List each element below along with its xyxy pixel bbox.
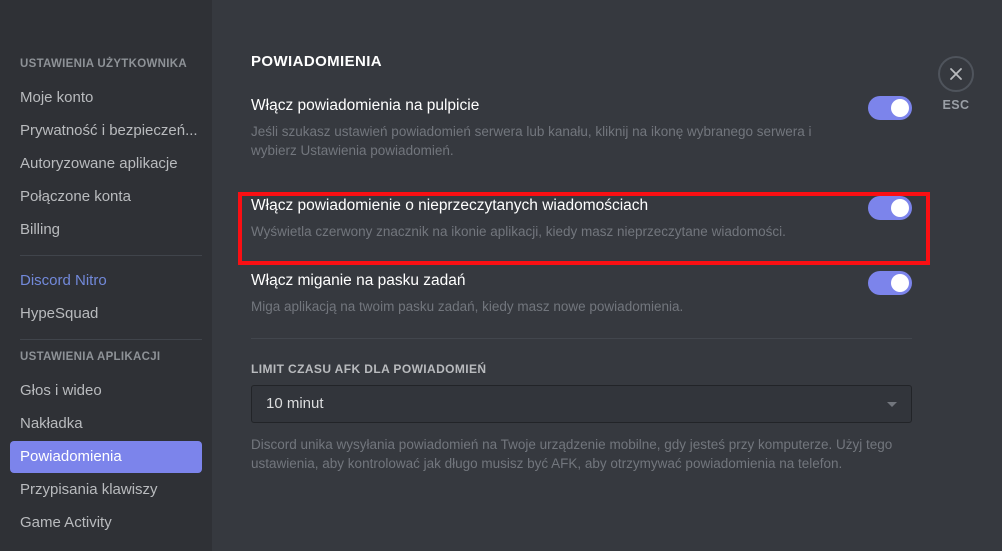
setting-title: Włącz powiadomienia na pulpicie [251, 97, 480, 114]
sidebar-section-user-settings: USTAWIENIA UŻYTKOWNIKA [20, 58, 187, 70]
sidebar-item-moje-konto[interactable]: Moje konto [10, 82, 202, 114]
setting-title: Włącz powiadomienie o nieprzeczytanych w… [251, 197, 649, 214]
close-settings-label: ESC [942, 98, 970, 112]
setting-description: Wyświetla czerwony znacznik na ikonie ap… [251, 224, 786, 239]
toggle-desktop-notifications[interactable] [868, 96, 912, 120]
afk-timeout-help-text: Discord unika wysyłania powiadomień na T… [251, 437, 893, 471]
sidebar-item-autoryzowane-aplikacje[interactable]: Autoryzowane aplikacje [10, 148, 202, 180]
setting-desktop-notifications: Włącz powiadomienia na pulpicie Jeśli sz… [251, 96, 912, 160]
settings-window: USTAWIENIA UŻYTKOWNIKA Moje konto Prywat… [0, 0, 1002, 551]
sidebar-section-app-settings: USTAWIENIA APLIKACJI [20, 351, 161, 363]
setting-description: Miga aplikacją na twoim pasku zadań, kie… [251, 299, 684, 314]
toggle-knob [891, 99, 909, 117]
setting-title: Włącz miganie na pasku zadań [251, 272, 466, 289]
chevron-down-icon [887, 402, 897, 407]
setting-description: Jeśli szukasz ustawień powiadomień serwe… [251, 124, 812, 158]
toggle-knob [891, 199, 909, 217]
afk-timeout-selected-value: 10 minut [266, 395, 324, 412]
sidebar-item-glos-i-wideo[interactable]: Głos i wideo [10, 375, 202, 407]
sidebar-item-nakladka[interactable]: Nakładka [10, 408, 202, 440]
sidebar-item-hypesquad[interactable]: HypeSquad [10, 298, 202, 330]
sidebar-item-polaczone-konta[interactable]: Połączone konta [10, 181, 202, 213]
sidebar-item-discord-nitro[interactable]: Discord Nitro [10, 265, 202, 297]
sidebar-item-przypisania-klawiszy[interactable]: Przypisania klawiszy [10, 474, 202, 506]
sidebar-item-powiadomienia[interactable]: Powiadomienia [10, 441, 202, 473]
close-settings-button[interactable]: ESC [929, 56, 983, 112]
toggle-knob [891, 274, 909, 292]
setting-taskbar-flashing: Włącz miganie na pasku zadań Miga aplika… [251, 271, 912, 316]
sidebar-divider [20, 255, 202, 256]
sidebar-item-game-activity[interactable]: Game Activity [10, 507, 202, 539]
page-title: POWIADOMIENIA [251, 53, 383, 70]
setting-unread-badge: Włącz powiadomienie o nieprzeczytanych w… [251, 196, 912, 241]
settings-content: POWIADOMIENIA Włącz powiadomienia na pul… [212, 0, 1002, 551]
afk-timeout-label: LIMIT CZASU AFK DLA POWIADOMIEŃ [251, 362, 487, 376]
afk-timeout-select[interactable]: 10 minut [251, 385, 912, 423]
toggle-taskbar-flashing[interactable] [868, 271, 912, 295]
sidebar-divider [20, 339, 202, 340]
sidebar-item-prywatnosc-i-bezpieczenstwo[interactable]: Prywatność i bezpieczeń... [10, 115, 202, 147]
settings-sidebar: USTAWIENIA UŻYTKOWNIKA Moje konto Prywat… [0, 0, 212, 551]
close-icon [938, 56, 974, 92]
afk-timeout-section: LIMIT CZASU AFK DLA POWIADOMIEŃ 10 minut… [251, 361, 912, 473]
toggle-unread-badge[interactable] [868, 196, 912, 220]
sidebar-item-billing[interactable]: Billing [10, 214, 202, 246]
content-divider [251, 338, 912, 339]
